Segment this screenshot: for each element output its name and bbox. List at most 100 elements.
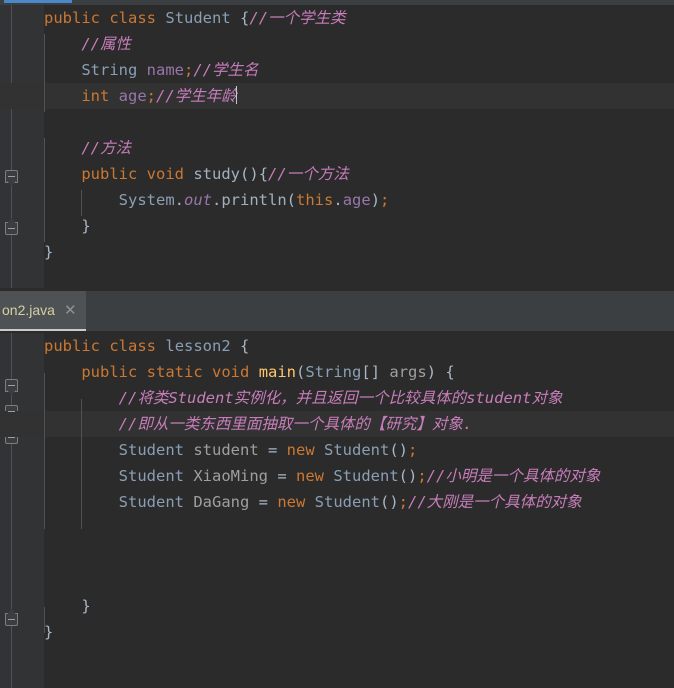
code-token: //一个方法 [268, 165, 349, 183]
code-token: Student [333, 467, 399, 485]
code-line[interactable]: //属性 [44, 31, 674, 57]
gutter-top[interactable] [0, 5, 44, 288]
gutter-bottom[interactable] [0, 333, 44, 688]
code-line[interactable]: Student DaGang = new Student();//大刚是一个具体… [44, 489, 674, 515]
code-token: //学生年龄 [156, 87, 237, 105]
code-line[interactable]: System.out.println(this.age); [44, 187, 674, 213]
code-token: student [193, 441, 259, 459]
code-area-student-java[interactable]: public class Student {//一个学生类 //属性 Strin… [0, 5, 674, 288]
code-token: int [81, 87, 110, 105]
code-line[interactable]: Student XiaoMing = new Student();//小明是一个… [44, 463, 674, 489]
code-token: Student [165, 9, 231, 27]
tab-lesson2-java[interactable]: on2.java ✕ [0, 291, 86, 329]
code-token: //小明是一个具体的对象 [426, 467, 601, 485]
code-line[interactable]: String name;//学生名 [44, 57, 674, 83]
code-token: } [44, 243, 54, 261]
code-token: { [240, 9, 250, 27]
code-token: study [193, 165, 241, 183]
code-token: public [44, 9, 100, 27]
editor-pane-lesson2-java[interactable]: public class lesson2 { public static voi… [0, 333, 674, 688]
ide-editor-window: public class Student {//一个学生类 //属性 Strin… [0, 0, 674, 688]
fold-end-icon[interactable] [5, 609, 18, 626]
code-token: Student [324, 441, 390, 459]
code-line[interactable]: } [44, 593, 674, 619]
code-line[interactable]: } [44, 619, 674, 645]
gutter-divider [11, 5, 12, 288]
code-token: ( [296, 363, 306, 381]
code-token: age [118, 87, 147, 105]
code-token: new [277, 493, 306, 511]
code-line[interactable]: public void study(){//一个方法 [44, 161, 674, 187]
code-line[interactable] [44, 515, 674, 541]
code-token: Student [118, 441, 184, 459]
code-token: out [184, 191, 212, 209]
code-line[interactable]: } [44, 239, 674, 265]
code-token: public [81, 363, 138, 381]
code-token: { [240, 337, 250, 355]
fold-start-icon[interactable] [5, 379, 18, 395]
code-line[interactable]: //将类Student实例化，并且返回一个比较具体的student对象 [44, 385, 674, 411]
code-token: static [146, 363, 203, 381]
code-token: ; [408, 441, 418, 459]
code-line[interactable]: public static void main(String[] args) { [44, 359, 674, 385]
code-token: this [296, 191, 334, 209]
code-token: void [212, 363, 250, 381]
code-token: String [305, 363, 362, 381]
code-token: println [221, 191, 287, 209]
code-line[interactable]: public class lesson2 { [44, 333, 674, 359]
fold-end-icon[interactable] [5, 218, 18, 235]
code-token: void [146, 165, 184, 183]
code-token: { [258, 165, 269, 183]
code-line[interactable] [44, 567, 674, 593]
fold-start-icon[interactable] [5, 170, 18, 186]
code-token: } [44, 623, 54, 641]
code-area-lesson2-java[interactable]: public class lesson2 { public static voi… [0, 333, 674, 688]
code-line[interactable]: } [44, 213, 674, 239]
code-token: //将类Student实例化，并且返回一个比较具体的student对象 [118, 389, 563, 407]
code-token: //方法 [81, 139, 131, 157]
code-token: System [118, 191, 175, 209]
code-token: age [342, 191, 371, 209]
code-line[interactable] [44, 541, 674, 567]
code-token: //属性 [81, 35, 131, 53]
code-token: public [81, 165, 138, 183]
code-token: new [286, 441, 315, 459]
code-line[interactable]: Student student = new Student(); [44, 437, 674, 463]
code-token: ; [417, 467, 427, 485]
code-token: ; [184, 61, 194, 79]
code-line[interactable]: //即从一类东西里面抽取一个具体的【研究】对象. [0, 411, 674, 437]
code-token: () [380, 493, 399, 511]
code-token: class [109, 337, 157, 355]
code-token: ( [286, 191, 297, 209]
code-line[interactable]: public class Student {//一个学生类 [44, 5, 674, 31]
code-line[interactable]: int age;//学生年龄 [0, 83, 674, 109]
code-line[interactable] [44, 109, 674, 135]
code-token: args [389, 363, 427, 381]
editor-pane-student-java[interactable]: public class Student {//一个学生类 //属性 Strin… [0, 5, 674, 288]
student-java-tab-indicator[interactable] [4, 0, 72, 3]
tabbar-top-divider [0, 288, 674, 291]
close-icon[interactable]: ✕ [64, 303, 77, 318]
code-token: //大刚是一个具体的对象 [408, 493, 582, 511]
editor-tab-bar[interactable]: on2.java ✕ [0, 288, 674, 333]
code-token: ) [426, 363, 446, 381]
code-token: } [81, 597, 91, 615]
code-line[interactable]: //方法 [44, 135, 674, 161]
